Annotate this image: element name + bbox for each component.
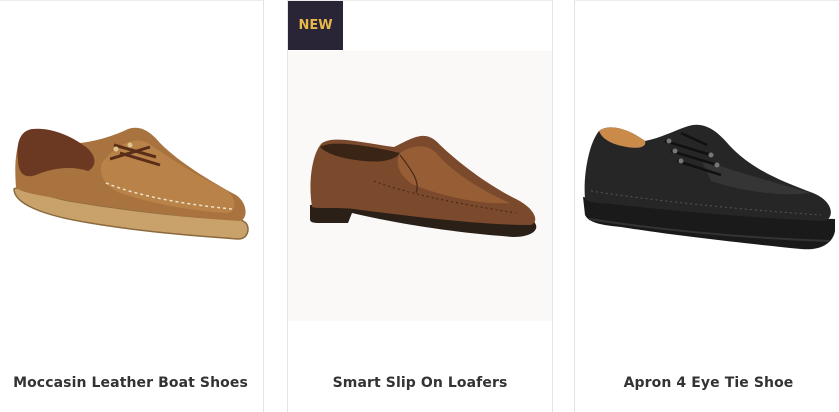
- brown-boat-shoe-image[interactable]: [10, 123, 250, 245]
- product-title[interactable]: Apron 4 Eye Tie Shoe: [575, 375, 839, 391]
- new-badge: NEW: [288, 1, 343, 50]
- black-tie-shoe-image[interactable]: [581, 119, 837, 255]
- product-image-area[interactable]: [288, 51, 552, 321]
- product-title[interactable]: Smart Slip On Loafers: [288, 375, 552, 391]
- product-image-area[interactable]: [575, 51, 839, 321]
- product-card-moccasin[interactable]: Moccasin Leather Boat Shoes: [0, 0, 264, 412]
- product-card-apron[interactable]: Apron 4 Eye Tie Shoe: [574, 0, 839, 412]
- product-title[interactable]: Moccasin Leather Boat Shoes: [0, 375, 263, 391]
- product-image-area[interactable]: [0, 51, 263, 321]
- product-card-loafers[interactable]: NEW Smart Slip On Loafers: [287, 0, 553, 412]
- brown-loafer-image[interactable]: [304, 133, 542, 245]
